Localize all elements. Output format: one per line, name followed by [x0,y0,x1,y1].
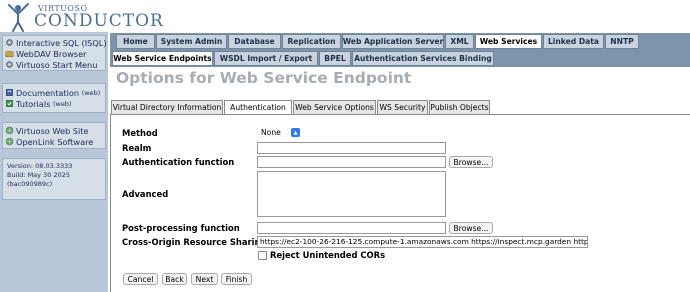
sidebar-item-label: OpenLink Software [16,136,94,147]
book-icon [6,89,13,96]
sidebar-item-suffix: (web) [52,99,72,108]
tab-web-services[interactable]: Web Services [475,34,542,49]
sidebar-item-label: Virtuoso Web Site [16,125,89,136]
sidebar-group-tools: Interactive SQL (ISQL) WebDAV Browser Vi… [2,35,107,71]
tab-nntp[interactable]: NNTP [605,34,639,49]
sidebar-item-label: Tutorials [16,98,51,109]
tab-linked-data[interactable]: Linked Data [543,34,604,49]
tab-publish-objects[interactable]: Publish Objects [429,100,490,115]
sub-tab-bar: Web Service Endpoints WSDL Import / Expo… [110,50,690,67]
tab-database[interactable]: Database [228,34,281,49]
sidebar-item-isql[interactable]: Interactive SQL (ISQL) [3,37,107,48]
logo-figure-icon [8,3,29,32]
page-title: Options for Web Service Endpoint [116,69,412,87]
main-tab-bar: Home System Admin Database Replication W… [110,33,690,50]
sidebar-item-label: WebDAV Browser [16,48,87,59]
tab-xml[interactable]: XML [445,34,474,49]
tab-web-service-endpoints[interactable]: Web Service Endpoints [112,51,213,66]
build-date: Build: May 30 2025 [7,171,70,179]
advanced-label: Advanced [122,189,169,199]
tab-virtual-directory-information[interactable]: Virtual Directory Information [111,100,223,115]
advanced-textarea[interactable] [257,171,446,217]
method-label: Method [122,128,158,138]
build-hash: (bac090989c) [7,180,53,188]
sidebar-group-docs: Documentation (web) Tutorials (web) [2,83,106,113]
globe-icon [5,126,14,135]
realm-input[interactable] [257,142,446,154]
reject-cors-label: Reject Unintended CORs [270,250,386,260]
virtuoso-conductor-page: VIRTUOSO CONDUCTOR Interactive SQL (ISQL… [0,0,690,292]
method-select[interactable]: None ▲ [257,127,301,138]
method-select-value: None [261,128,281,137]
post-processing-browse-button[interactable]: Browse... [449,222,493,234]
tab-authentication[interactable]: Authentication [224,100,292,115]
sidebar-item-documentation[interactable]: Documentation (web) [3,87,105,98]
virtuoso-logo[interactable]: VIRTUOSO CONDUCTOR [4,2,163,32]
sidebar-item-webdav[interactable]: WebDAV Browser [3,48,105,59]
auth-function-label: Authentication function [122,157,235,167]
sidebar-group-links: Virtuoso Web Site OpenLink Software [2,122,106,149]
sidebar-item-label: Documentation [16,87,80,98]
next-button[interactable]: Next [191,273,218,285]
sidebar-item-suffix: (web) [81,88,101,97]
gear-icon [6,61,13,68]
auth-function-input[interactable] [257,156,446,168]
tab-ws-security[interactable]: WS Security [377,100,428,115]
chevron-updown-icon: ▲ [291,128,300,137]
realm-label: Realm [122,143,152,153]
tab-wsdl-import-export[interactable]: WSDL Import / Export [214,51,318,66]
tab-home[interactable]: Home [116,34,155,49]
sidebar: Interactive SQL (ISQL) WebDAV Browser Vi… [0,32,108,292]
tab-system-admin[interactable]: System Admin [156,34,227,49]
version-info: Version: 08.03.3333 Build: May 30 2025 (… [2,158,106,200]
version-number: Version: 08.03.3333 [7,162,73,170]
cors-label: Cross-Origin Resource Sharing [122,237,267,247]
header: VIRTUOSO CONDUCTOR [0,0,690,32]
tutorial-icon [6,100,13,107]
sidebar-item-start-menu[interactable]: Virtuoso Start Menu [3,59,105,70]
reject-cors-checkbox[interactable] [258,251,267,260]
option-tab-bar: Virtual Directory Information Authentica… [110,100,690,115]
sidebar-item-tutorials[interactable]: Tutorials (web) [3,98,105,109]
logo-big-text: CONDUCTOR [34,11,164,31]
sidebar-item-label: Interactive SQL (ISQL) [16,37,107,48]
tab-replication[interactable]: Replication [282,34,341,49]
tab-web-application-server[interactable]: Web Application Server [342,34,444,49]
sidebar-item-openlink[interactable]: OpenLink Software [3,136,105,147]
sidebar-item-label: Virtuoso Start Menu [16,59,98,70]
back-button[interactable]: Back [162,273,187,285]
globe-icon [5,137,14,146]
tab-web-service-options[interactable]: Web Service Options [293,100,376,115]
sidebar-item-virtuoso-site[interactable]: Virtuoso Web Site [3,125,105,136]
tab-authentication-services-binding[interactable]: Authentication Services Binding [352,51,494,66]
folder-icon [5,50,14,57]
auth-function-browse-button[interactable]: Browse... [449,156,493,168]
cancel-button[interactable]: Cancel [123,273,158,285]
post-processing-label: Post-processing function [122,223,240,233]
tab-bpel[interactable]: BPEL [319,51,351,66]
finish-button[interactable]: Finish [221,273,252,285]
cors-input[interactable]: https://ec2-100-26-216-125.compute-1.ama… [257,236,588,248]
gear-icon [6,39,13,46]
post-processing-input[interactable] [257,222,446,234]
